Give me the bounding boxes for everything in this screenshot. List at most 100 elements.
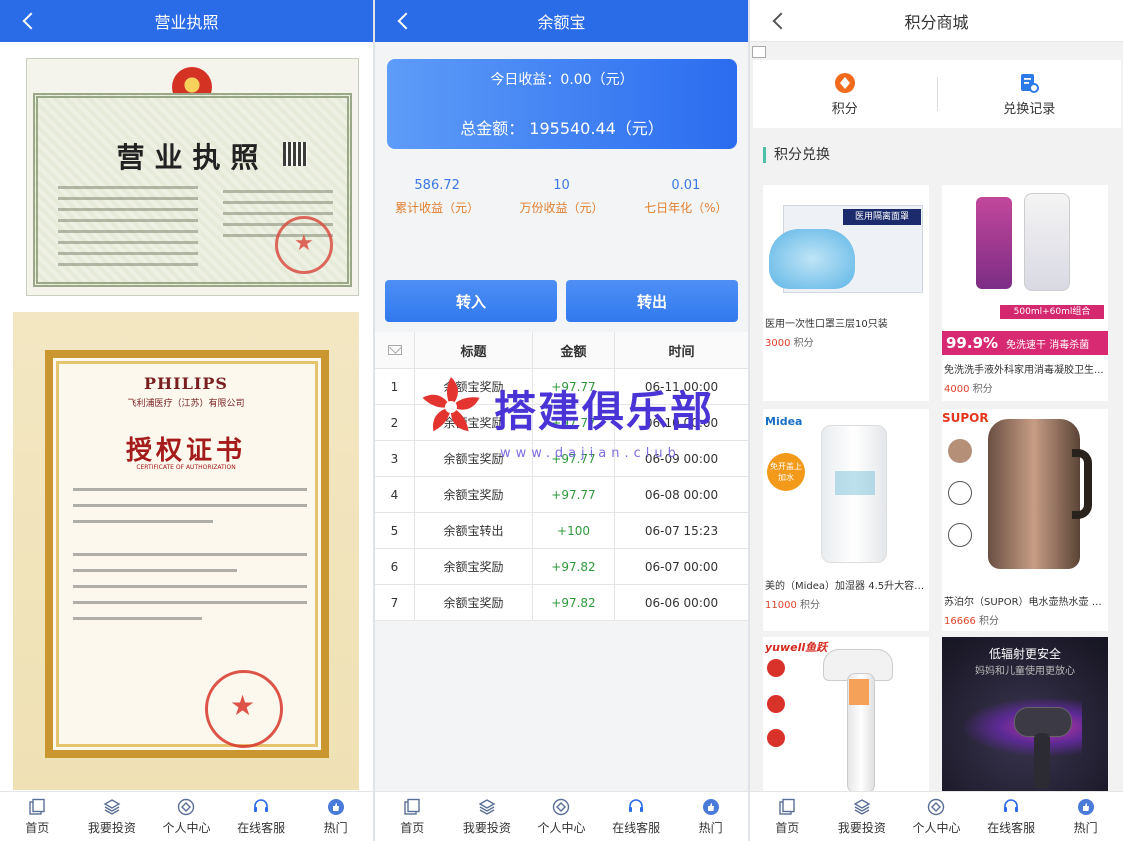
row-index: 7 [375,585,415,620]
brand-logo: SUPOR [942,411,989,425]
tab-home[interactable]: 首页 [750,792,825,841]
layers-icon [853,798,871,816]
tab-invest[interactable]: 我要投资 [825,792,900,841]
points-unit: 积分 [979,616,999,627]
product-card[interactable]: 500ml+60ml组合 99.9% 免洗速干 消毒杀菌 免洗洗手液外科家用消毒… [942,185,1108,401]
transactions-table: 标题 金额 时间 1 余额宝奖励 +97.77 06-11 00:00 2 余额宝奖励 +… [375,332,748,621]
product-points: 3000 积分 [763,330,929,353]
row-time: 06-07 00:00 [644,559,719,574]
points-unit: 积分 [972,384,993,395]
product-image: yuwell鱼跃 [763,637,929,797]
profile-circle-icon [552,798,570,816]
balance-card: 今日收益：0.00（元） 总金额： 195540.44（元） [387,59,737,149]
product-name: 苏泊尔（SUPOR）电水壶热水壶 1.... [944,597,1108,608]
row-index: 4 [375,477,415,512]
tab-label: 热门 [323,820,348,835]
points-value: 16666 [944,616,976,627]
tab-home[interactable]: 首页 [0,792,75,841]
brand-logo: Midea [765,415,803,428]
product-card[interactable]: Midea 免开盖上加水 美的（Midea）加湿器 4.5升大容量 ... 11… [763,409,929,631]
tab-label: 在线客服 [612,820,661,835]
stat-7day: 0.01 七日年化（%） [624,178,748,216]
thumb-up-icon [327,798,345,816]
row-amount: +97.82 [533,585,615,620]
tab-profile[interactable]: 个人中心 [899,792,974,841]
tab-label: 首页 [25,820,50,835]
points-button[interactable]: 积分 [753,72,937,117]
transfer-in-button[interactable]: 转入 [385,280,557,322]
transfer-out-button[interactable]: 转出 [566,280,738,322]
action-buttons: 转入 转出 [385,280,738,322]
row-time: 06-11 00:00 [644,379,719,394]
cert-english-title: CERTIFICATE OF AUTHORIZATION [136,464,236,471]
product-card[interactable]: 医用隔离面罩 医用一次性口罩三层10只装 3000 积分 [763,185,929,401]
stat-cumulative: 586.72 累计收益（元） [375,178,499,216]
row-title: 余额宝奖励 [415,585,533,620]
exchange-records-button[interactable]: 兑换记录 [938,72,1122,117]
tab-label: 热门 [1073,820,1098,835]
stat-per-10k: 10 万份收益（元） [499,178,623,216]
row-title: 余额宝奖励 [415,369,533,404]
thumb-up-icon [702,798,720,816]
promo-text: 免洗速干 消毒杀菌 [1006,339,1090,351]
back-icon[interactable] [20,11,40,31]
points-icon [834,72,855,93]
tab-hot[interactable]: 热门 [1048,792,1123,841]
tab-label: 我要投资 [87,820,136,835]
product-card[interactable]: SUPOR 苏泊尔（SUPOR）电水壶热水壶 1.... 16666 积分 [942,409,1108,631]
row-title: 余额宝奖励 [415,549,533,584]
license-page: 营业执照 营业执照 PHILIPS 飞利浦医疗（江苏）有限公司 授权证书 CER… [0,0,373,841]
envelope-icon [387,345,402,355]
points-value: 4000 [944,384,970,395]
back-icon[interactable] [395,11,415,31]
cert-title: 授权证书 [125,436,246,466]
tab-hot[interactable]: 热门 [298,792,373,841]
row-time: 06-06 00:00 [644,595,719,610]
product-card[interactable]: 低辐射更安全 妈妈和儿童使用更放心 [942,637,1108,797]
tab-profile[interactable]: 个人中心 [524,792,599,841]
tab-invest[interactable]: 我要投资 [75,792,150,841]
row-time: 06-07 15:23 [644,523,719,538]
table-row[interactable]: 3 余额宝奖励 +97.77 06-09 00:00 [375,441,748,477]
product-card[interactable]: yuwell鱼跃 [763,637,929,797]
row-title: 余额宝奖励 [415,441,533,476]
stat-value: 586.72 [414,178,460,193]
page-title: 余额宝 [537,13,586,32]
product-image-label: 医用隔离面罩 [843,209,921,225]
table-row[interactable]: 7 余额宝奖励 +97.82 06-06 00:00 [375,585,748,621]
tab-profile[interactable]: 个人中心 [149,792,224,841]
promo-headline: 低辐射更安全 [988,647,1061,661]
tab-label: 热门 [698,820,723,835]
bottom-nav: 首页 我要投资 个人中心 在线客服 热门 [0,791,373,841]
row-time: 06-10 00:00 [644,415,719,430]
table-row[interactable]: 5 余额宝转出 +100 06-07 15:23 [375,513,748,549]
table-row[interactable]: 2 余额宝奖励 +97.77 06-10 00:00 [375,405,748,441]
product-name: 免洗洗手液外科家用消毒凝胶卫生... [944,365,1104,376]
column-amount: 金额 [533,332,615,368]
tab-home[interactable]: 首页 [375,792,450,841]
table-row[interactable]: 6 余额宝奖励 +97.82 06-07 00:00 [375,549,748,585]
thumb-up-icon [1077,798,1095,816]
stat-label: 万份收益（元） [519,201,604,215]
tab-support[interactable]: 在线客服 [224,792,299,841]
income-stats: 586.72 累计收益（元） 10 万份收益（元） 0.01 七日年化（%） [375,178,748,216]
points-mall-page: 积分商城 积分 兑换记录 积分兑换 医用隔离面罩 医用一次性口罩三层10只装 3… [750,0,1123,841]
back-icon[interactable] [770,11,790,31]
header: 余额宝 [375,0,748,42]
tab-support[interactable]: 在线客服 [974,792,1049,841]
tab-label: 首页 [775,820,800,835]
today-income: 今日收益：0.00（元） [490,72,634,88]
row-amount: +97.77 [533,441,615,476]
stat-value: 0.01 [671,178,701,193]
table-row[interactable]: 4 余额宝奖励 +97.77 06-08 00:00 [375,477,748,513]
tab-hot[interactable]: 热门 [673,792,748,841]
points-menu: 积分 兑换记录 [753,60,1121,128]
tab-invest[interactable]: 我要投资 [450,792,525,841]
product-name: 医用一次性口罩三层10只装 [765,319,888,330]
profile-circle-icon [927,798,945,816]
authorization-certificate-image: PHILIPS 飞利浦医疗（江苏）有限公司 授权证书 CERTIFICATE O… [13,312,359,790]
tab-label: 首页 [400,820,425,835]
tab-support[interactable]: 在线客服 [599,792,674,841]
table-row[interactable]: 1 余额宝奖励 +97.77 06-11 00:00 [375,369,748,405]
header: 营业执照 [0,0,373,42]
